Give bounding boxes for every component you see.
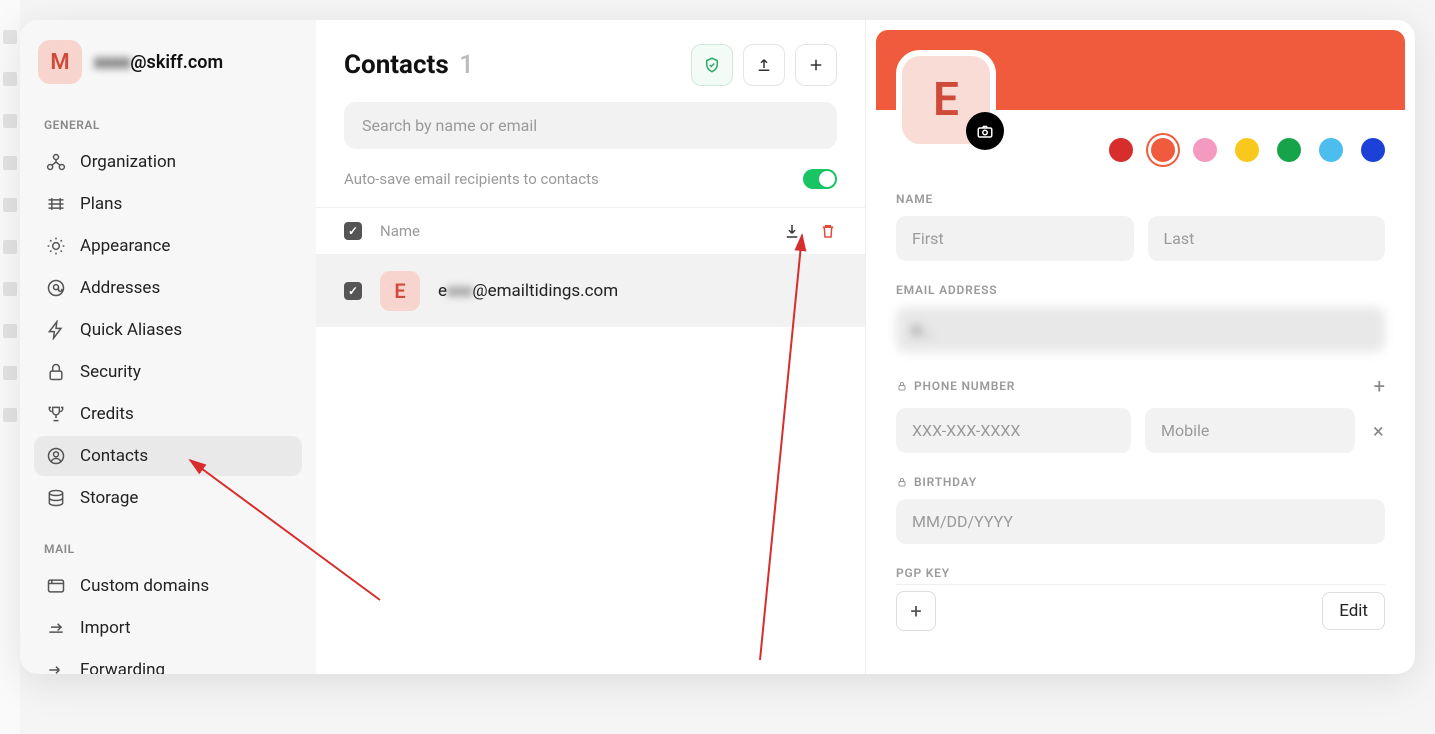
label-phone: PHONE NUMBER xyxy=(896,379,1015,393)
autosave-toggle[interactable] xyxy=(803,169,837,189)
change-photo-button[interactable] xyxy=(966,112,1004,150)
color-swatch[interactable] xyxy=(1361,138,1385,162)
plans-icon xyxy=(46,194,66,214)
sidebar-item-label: Plans xyxy=(80,194,122,214)
label-name: NAME xyxy=(896,192,1385,206)
sidebar-item-storage[interactable]: Storage xyxy=(34,478,302,518)
row-checkbox[interactable] xyxy=(344,282,362,300)
contact-row[interactable]: E exxx@emailtidings.com xyxy=(316,255,865,327)
autosave-label: Auto-save email recipients to contacts xyxy=(344,170,599,188)
sidebar-item-label: Custom domains xyxy=(80,576,209,596)
contacts-panel: Contacts 1 Auto-save email recipients to… xyxy=(316,20,866,674)
camera-icon xyxy=(976,122,994,140)
color-swatch[interactable] xyxy=(1151,138,1175,162)
detail-avatar: E xyxy=(896,50,996,150)
list-header: Name xyxy=(316,207,865,255)
sidebar-item-label: Storage xyxy=(80,488,138,508)
birthday-input[interactable] xyxy=(896,499,1385,544)
forward-icon xyxy=(46,660,66,674)
sidebar-item-label: Security xyxy=(80,362,141,382)
add-contact-button[interactable] xyxy=(795,44,837,86)
contact-detail-panel: E NAME EMAIL ADDRESS PHONE NUMBER xyxy=(866,20,1415,674)
sidebar-item-label: Appearance xyxy=(80,236,170,256)
bolt-icon xyxy=(46,320,66,340)
sidebar-item-contacts[interactable]: Contacts xyxy=(34,436,302,476)
page-title: Contacts 1 xyxy=(344,50,474,80)
edit-button[interactable]: Edit xyxy=(1322,592,1385,630)
color-swatch[interactable] xyxy=(1109,138,1133,162)
download-icon[interactable] xyxy=(783,222,801,240)
label-email: EMAIL ADDRESS xyxy=(896,283,1385,297)
import-icon xyxy=(46,618,66,638)
search-input[interactable] xyxy=(344,102,837,149)
sidebar-item-import[interactable]: Import xyxy=(34,608,302,648)
lock-mini-icon xyxy=(896,380,908,392)
organization-icon xyxy=(46,152,66,172)
sidebar-item-addresses[interactable]: Addresses xyxy=(34,268,302,308)
select-all-checkbox[interactable] xyxy=(344,222,362,240)
sidebar-item-label: Credits xyxy=(80,404,134,424)
color-swatch[interactable] xyxy=(1319,138,1343,162)
sidebar-item-label: Addresses xyxy=(80,278,160,298)
lock-icon xyxy=(46,362,66,382)
settings-modal: M xxxx@skiff.com GENERAL Organization Pl… xyxy=(20,20,1415,674)
contact-email: exxx@emailtidings.com xyxy=(438,281,618,301)
storage-icon xyxy=(46,488,66,508)
sidebar-item-organization[interactable]: Organization xyxy=(34,142,302,182)
label-birthday: BIRTHDAY xyxy=(896,475,1385,489)
sidebar-item-label: Organization xyxy=(80,152,176,172)
appearance-icon xyxy=(46,236,66,256)
section-label-general: GENERAL xyxy=(34,112,302,138)
sidebar-item-custom-domains[interactable]: Custom domains xyxy=(34,566,302,606)
shield-button[interactable] xyxy=(691,44,733,86)
sidebar-item-quick-aliases[interactable]: Quick Aliases xyxy=(34,310,302,350)
upload-icon xyxy=(755,56,773,74)
sidebar-item-credits[interactable]: Credits xyxy=(34,394,302,434)
first-name-input[interactable] xyxy=(896,216,1134,261)
add-pgp-button[interactable]: + xyxy=(896,591,936,631)
sidebar-item-label: Contacts xyxy=(80,446,148,466)
sidebar-item-label: Import xyxy=(80,618,131,638)
label-pgp: PGP KEY xyxy=(896,566,1385,580)
sidebar-item-label: Forwarding xyxy=(80,660,165,674)
sidebar-item-forwarding[interactable]: Forwarding xyxy=(34,650,302,674)
section-label-mail: MAIL xyxy=(34,536,302,562)
user-row[interactable]: M xxxx@skiff.com xyxy=(34,40,302,84)
globe-icon xyxy=(46,576,66,596)
sidebar-item-security[interactable]: Security xyxy=(34,352,302,392)
phone-input[interactable] xyxy=(896,408,1131,453)
trophy-icon xyxy=(46,404,66,424)
addresses-icon xyxy=(46,278,66,298)
add-phone-button[interactable]: + xyxy=(1374,374,1385,398)
sidebar-item-appearance[interactable]: Appearance xyxy=(34,226,302,266)
phone-type-input[interactable] xyxy=(1145,408,1355,453)
shield-icon xyxy=(703,56,721,74)
color-swatch[interactable] xyxy=(1235,138,1259,162)
lock-mini-icon xyxy=(896,476,908,488)
contacts-icon xyxy=(46,446,66,466)
user-avatar: M xyxy=(38,40,82,84)
column-name: Name xyxy=(380,222,765,240)
sidebar-item-label: Quick Aliases xyxy=(80,320,182,340)
user-email: xxxx@skiff.com xyxy=(94,52,223,73)
sidebar-item-plans[interactable]: Plans xyxy=(34,184,302,224)
trash-icon[interactable] xyxy=(819,222,837,240)
email-input[interactable] xyxy=(896,307,1385,352)
sidebar: M xxxx@skiff.com GENERAL Organization Pl… xyxy=(20,20,316,674)
contact-avatar: E xyxy=(380,271,420,311)
remove-phone-button[interactable]: × xyxy=(1369,419,1388,443)
plus-icon xyxy=(807,56,825,74)
color-swatch[interactable] xyxy=(1277,138,1301,162)
export-button[interactable] xyxy=(743,44,785,86)
last-name-input[interactable] xyxy=(1148,216,1386,261)
color-swatch[interactable] xyxy=(1193,138,1217,162)
